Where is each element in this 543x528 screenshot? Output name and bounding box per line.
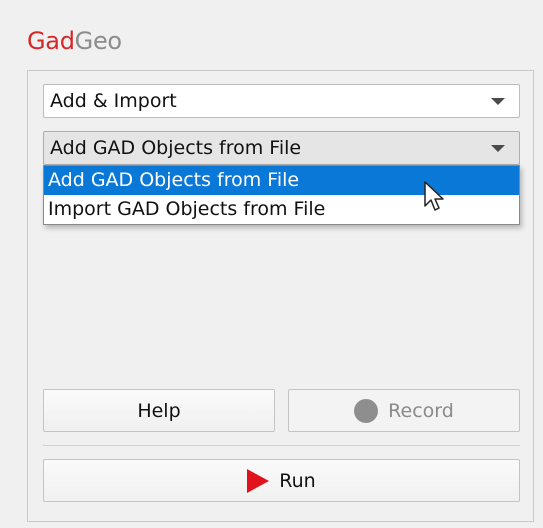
action-select-dropdown: Add GAD Objects from File Import GAD Obj… <box>43 165 520 225</box>
dropdown-option-add-gad-objects[interactable]: Add GAD Objects from File <box>44 166 519 195</box>
chevron-down-icon <box>491 145 505 152</box>
help-button-label: Help <box>137 399 181 422</box>
dropdown-option-import-gad-objects[interactable]: Import GAD Objects from File <box>44 195 519 224</box>
record-button-label: Record <box>388 399 454 422</box>
help-button[interactable]: Help <box>43 389 275 432</box>
run-button[interactable]: Run <box>43 459 520 502</box>
mouse-pointer-icon <box>424 181 444 211</box>
record-dot-icon <box>354 398 379 423</box>
chevron-down-icon <box>491 98 505 105</box>
action-select[interactable]: Add GAD Objects from File <box>43 131 520 165</box>
divider <box>43 445 520 446</box>
app-title-geo: Geo <box>74 27 122 55</box>
category-select[interactable]: Add & Import <box>43 84 520 118</box>
record-button[interactable]: Record <box>288 389 520 432</box>
run-button-label: Run <box>279 469 316 492</box>
app-title: GadGeo <box>27 26 122 56</box>
play-icon <box>247 468 270 493</box>
app-title-gad: Gad <box>27 27 75 55</box>
action-select-value: Add GAD Objects from File <box>50 137 302 159</box>
category-select-value: Add & Import <box>50 90 177 112</box>
